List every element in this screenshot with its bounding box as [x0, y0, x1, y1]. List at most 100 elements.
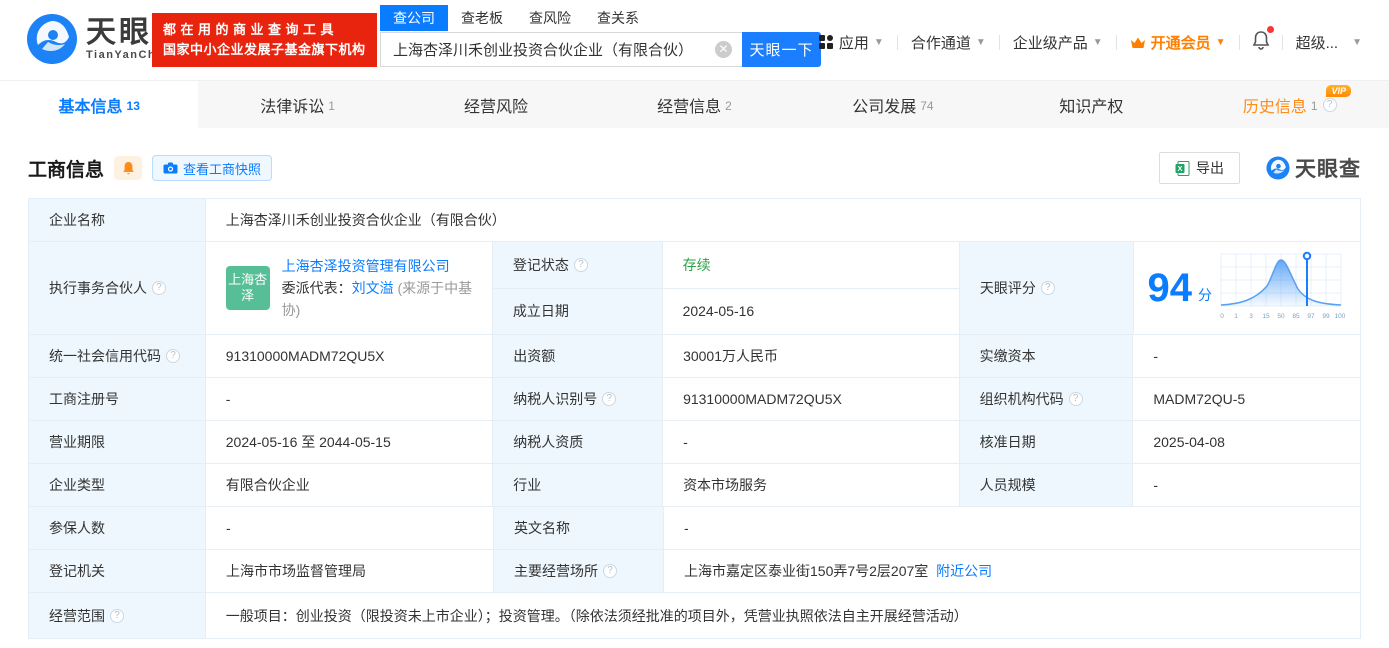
exec-partner-label: 执行事务合伙人 ? — [29, 242, 206, 334]
section-header: 工商信息 查看工商快照 X 导出 天眼查 — [28, 152, 1361, 184]
notifications-bell[interactable] — [1240, 26, 1282, 54]
tab-operating-risk[interactable]: 经营风险 — [397, 81, 595, 128]
tab-count: 2 — [725, 98, 732, 113]
axis-tick: 15 — [1262, 313, 1270, 320]
clear-search-icon[interactable]: ✕ — [715, 41, 732, 58]
search-tab-relation[interactable]: 查关系 — [584, 5, 652, 31]
unified-code-label: 统一社会信用代码? — [29, 335, 206, 377]
watermark-logo: 天眼查 — [1266, 153, 1361, 183]
excel-icon: X — [1175, 160, 1190, 176]
export-button[interactable]: X 导出 — [1159, 152, 1240, 184]
axis-tick: 97 — [1307, 313, 1315, 320]
axis-tick: 100 — [1335, 313, 1346, 320]
table-row: 登记机关 上海市市场监督管理局 主要经营场所? 上海市嘉定区泰业街150弄7号2… — [29, 550, 1360, 593]
contribution-label: 出资额 — [493, 335, 664, 377]
tab-label: 基本信息 — [58, 98, 123, 116]
business-scope-value: 一般项目：创业投资（限投资未上市企业）；投资管理。（除依法须经批准的项目外，凭营… — [225, 607, 968, 624]
bell-icon — [1252, 31, 1269, 50]
tab-intellectual-property[interactable]: 知识产权 — [992, 81, 1190, 128]
nav-partner-label: 合作通道 — [910, 34, 971, 52]
rep-name-link[interactable]: 刘文溢 — [352, 280, 394, 296]
promo-line1: 都在用的商业查询工具 — [163, 22, 339, 37]
help-icon[interactable]: ? — [573, 257, 588, 272]
tab-label: 经营风险 — [464, 98, 529, 116]
help-icon[interactable]: ? — [1040, 281, 1055, 295]
insured-count-label: 参保人数 — [29, 507, 206, 549]
tab-count: 13 — [126, 98, 140, 113]
table-subrow: 登记状态 ? 存续 — [492, 242, 959, 289]
axis-tick: 85 — [1292, 313, 1300, 320]
tianyancha-logo-icon — [27, 14, 77, 64]
score-value[interactable]: 94 分 0 1 3 15 50 85 97 99 100 — [1134, 242, 1360, 334]
reg-status-label: 登记状态 ? — [492, 242, 663, 288]
insured-count-value: - — [206, 507, 494, 549]
tab-company-development[interactable]: 公司发展 74 — [794, 81, 992, 128]
help-icon[interactable]: ? — [1322, 97, 1337, 112]
partner-avatar[interactable]: 上海杏泽 — [225, 266, 270, 310]
tab-operating-info[interactable]: 经营信息 2 — [595, 81, 793, 128]
help-icon[interactable]: ? — [1068, 392, 1083, 406]
nav-partner[interactable]: 合作通道 ▼ — [898, 32, 999, 53]
help-icon[interactable]: ? — [603, 564, 617, 578]
search-tab-company[interactable]: 查公司 — [380, 5, 448, 31]
axis-tick: 1 — [1234, 313, 1238, 320]
promo-banner: 都在用的商业查询工具 国家中小企业发展子基金旗下机构 — [152, 13, 377, 67]
help-icon[interactable]: ? — [602, 392, 617, 406]
reg-authority-value: 上海市市场监督管理局 — [206, 550, 494, 592]
paid-capital-label: 实缴资本 — [959, 335, 1134, 377]
help-icon[interactable]: ? — [110, 608, 124, 623]
taxpayer-quality-value: - — [663, 421, 960, 463]
reg-number-value: - — [206, 378, 494, 420]
business-place-label: 主要经营场所? — [494, 550, 664, 592]
nav-apps[interactable]: 应用 ▼ — [806, 32, 897, 53]
nav-vip[interactable]: 开通会员 ▼ — [1117, 32, 1239, 53]
english-name-value: - — [684, 520, 689, 536]
section-title: 工商信息 — [28, 159, 105, 181]
org-code-value: MADM72QU-5 — [1153, 391, 1246, 407]
export-button-label: 导出 — [1196, 160, 1224, 176]
nav-account[interactable]: 超级... ▼ — [1283, 32, 1375, 53]
tab-basic-info[interactable]: 基本信息 13 — [0, 81, 199, 128]
search-tab-risk[interactable]: 查风险 — [516, 5, 584, 31]
nav-enterprise[interactable]: 企业级产品 ▼ — [1000, 32, 1116, 53]
partner-company-link[interactable]: 上海杏泽投资管理有限公司 — [282, 258, 450, 274]
page-tabs: 基本信息 13 法律诉讼 1 经营风险 经营信息 2 公司发展 74 知识产权 … — [0, 80, 1389, 128]
tab-count: 74 — [920, 98, 934, 113]
staff-size-label: 人员规模 — [959, 464, 1134, 506]
help-icon[interactable]: ? — [166, 349, 180, 363]
tab-history-info[interactable]: 历史信息 1 ? VIP — [1191, 81, 1389, 128]
search-area: 查公司 查老板 查风险 查关系 ✕ 天眼一下 — [380, 5, 821, 67]
snapshot-button-label: 查看工商快照 — [183, 161, 262, 177]
industry-label: 行业 — [493, 464, 664, 506]
taxpayer-id-value: 91310000MADM72QU5X — [663, 378, 960, 420]
industry-value: 资本市场服务 — [663, 464, 960, 506]
view-snapshot-button[interactable]: 查看工商快照 — [152, 155, 273, 181]
score-unit: 分 — [1198, 287, 1213, 303]
axis-tick: 0 — [1220, 313, 1224, 320]
taxpayer-quality-label: 纳税人资质 — [493, 421, 664, 463]
axis-tick: 3 — [1249, 313, 1253, 320]
top-nav: 应用 ▼ 合作通道 ▼ 企业级产品 ▼ 开通会员 ▼ 超级... ▼ — [806, 26, 1375, 54]
search-tab-boss[interactable]: 查老板 — [448, 5, 516, 31]
table-row: 参保人数 - 英文名称 - — [29, 507, 1360, 550]
help-icon[interactable]: ? — [152, 281, 166, 295]
monitor-bell-button[interactable] — [114, 156, 143, 180]
score-number: 94 — [1147, 266, 1193, 310]
tianyancha-logo-icon — [1266, 156, 1290, 180]
tab-legal[interactable]: 法律诉讼 1 — [198, 81, 396, 128]
company-name-label: 企业名称 — [29, 199, 206, 241]
nav-account-label: 超级... — [1295, 34, 1339, 52]
table-row: 经营范围? 一般项目：创业投资（限投资未上市企业）；投资管理。（除依法须经批准的… — [29, 593, 1360, 638]
svg-text:X: X — [1177, 164, 1182, 173]
org-code-label: 组织机构代码? — [959, 378, 1134, 420]
exec-partner-value: 上海杏泽 上海杏泽投资管理有限公司 委派代表：刘文溢 (来源于中基协) — [206, 242, 493, 334]
paid-capital-value: - — [1153, 348, 1159, 364]
nearby-companies-link[interactable]: 附近公司 — [936, 561, 992, 581]
apps-grid-icon — [818, 35, 833, 49]
tab-label: 知识产权 — [1059, 98, 1124, 116]
table-row: 营业期限 2024-05-16 至 2044-05-15 纳税人资质 - 核准日… — [29, 421, 1360, 464]
crown-icon — [1130, 37, 1145, 48]
search-input[interactable] — [380, 32, 742, 67]
reg-authority-label: 登记机关 — [29, 550, 206, 592]
company-type-value: 有限合伙企业 — [206, 464, 494, 506]
